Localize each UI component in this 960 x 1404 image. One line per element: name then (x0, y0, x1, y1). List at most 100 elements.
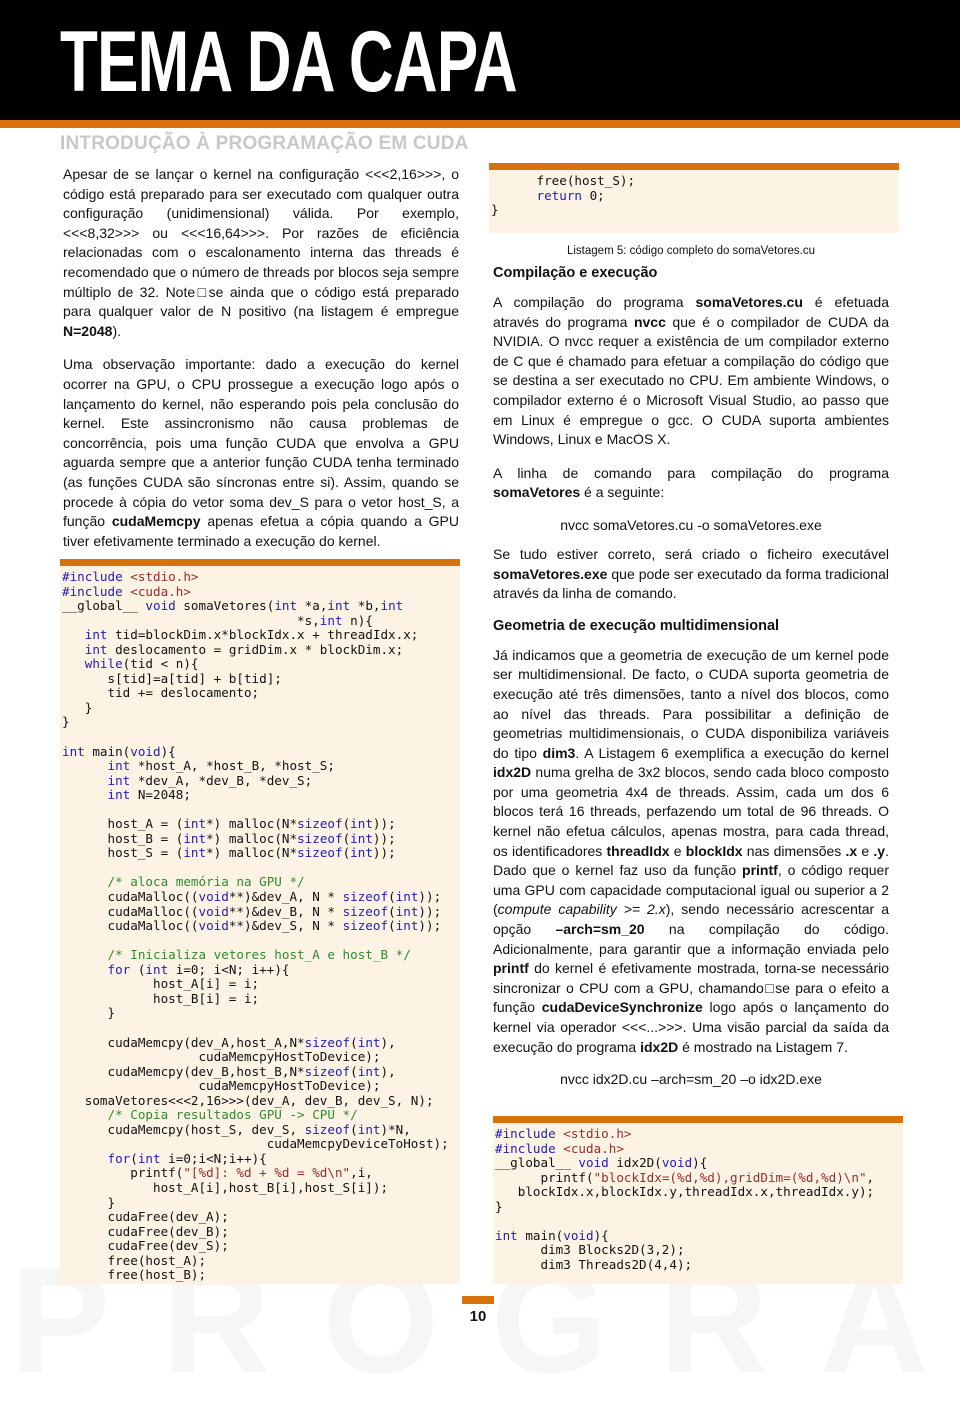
code-line: } (62, 1005, 116, 1021)
code-listing-5: #include <stdio.h> #include <cuda.h> __glo… (60, 559, 460, 1284)
code-line: #include <cuda.h> (62, 583, 191, 599)
code-line: printf("[%d]: %d + %d = %d\n",i, (62, 1165, 373, 1181)
text: ). (112, 322, 121, 339)
text: A compilação do programa (493, 294, 696, 310)
heading-geometria: Geometria de execução multidimensional (493, 617, 780, 634)
page-title: TEMA DA CAPA (60, 14, 518, 110)
bold-text: dim3 (542, 744, 576, 761)
code-line: cudaFree(dev_A); (62, 1209, 229, 1225)
left-column: Apesar de se lançar o kernel na configur… (63, 165, 459, 565)
text: . A Listagem 6 exemplifica a execução do… (575, 744, 889, 761)
code-line: cudaMemcpyDeviceToHost); (62, 1136, 449, 1152)
code-line: for(int i=0;i<N;i++){ (107, 1150, 267, 1166)
code-line: int deslocamento = gridDim.x * blockDim.… (84, 641, 404, 657)
code-line: dim3 Blocks2D(3,2); (495, 1242, 685, 1258)
bold-text: nvcc (633, 313, 666, 330)
bold-text: cudaMemcpy (111, 513, 201, 530)
code-line: free(host_S); (491, 173, 636, 188)
code-line: free(host_B); (62, 1267, 207, 1283)
bold-text: .y (873, 842, 886, 859)
code-line: host_A[i],host_B[i],host_S[i]); (62, 1179, 389, 1195)
paragraph: Se tudo estiver correto, será criado o f… (493, 545, 889, 604)
bold-text: printf (493, 960, 529, 977)
code-line: host_S = (int*) malloc(N*sizeof(int)); (62, 845, 396, 861)
code-line: cudaMalloc((void**)&dev_S, N * sizeof(in… (62, 918, 442, 934)
code-line: int N=2048; (107, 787, 191, 803)
listing-caption: Listagem 5: código completo do somaVetor… (566, 245, 816, 257)
text: nas dimensões (742, 842, 846, 859)
text: Se tudo estiver correto, será criado o f… (493, 545, 889, 562)
code-line: blockIdx.x,blockIdx.y,threadIdx.x,thread… (495, 1184, 875, 1200)
code-line: cudaMalloc((void**)&dev_A, N * sizeof(in… (62, 889, 442, 905)
italic-text: compute capability >= 2.x (497, 901, 666, 918)
code-line: __global__ void idx2D(void){ (495, 1155, 708, 1171)
code-line: } (491, 202, 499, 218)
code-line: #include <stdio.h> (495, 1126, 632, 1141)
bold-text: threadIdx (606, 842, 670, 859)
code-line: cudaMemcpy(dev_A,host_A,N*sizeof(int), (62, 1034, 396, 1050)
bold-text: idx2D (640, 1038, 679, 1055)
bold-text: idx2D (493, 764, 532, 781)
code-line: cudaFree(dev_S); (62, 1238, 229, 1254)
code-listing-6: #include <stdio.h> #include <cuda.h> __glo… (493, 1116, 903, 1284)
paragraph: A compilação do programa somaVetores.cu … (493, 293, 889, 450)
text: Já indicamos que a geometria de execução… (493, 646, 889, 761)
code-line: cudaMemcpy(dev_B,host_B,N*sizeof(int), (62, 1063, 396, 1079)
code-line: __global__ void somaVetores(int *a,int *… (62, 598, 404, 614)
code-line: cudaFree(dev_B); (62, 1223, 229, 1239)
paragraph: Apesar de se lançar o kernel na configur… (63, 165, 459, 341)
bold-text: somaVetores (493, 484, 581, 501)
code-line: } (62, 699, 93, 715)
text: A linha de comando para compilação do pr… (493, 464, 889, 481)
code-line: #include <cuda.h> (495, 1140, 624, 1156)
code-line: printf("blockIdx=(%d,%d),gridDim=(%d,%d)… (495, 1169, 875, 1185)
paragraph: A linha de comando para compilação do pr… (493, 464, 889, 503)
header-banner: TEMA DA CAPA (0, 0, 960, 120)
code-line: int tid=blockDim.x*blockIdx.x + threadId… (84, 627, 419, 643)
bold-text: somaVetores.exe (493, 565, 608, 582)
bold-text: N=2048 (63, 322, 113, 339)
paragraph: Uma observação importante: dado a execuç… (63, 355, 459, 551)
text: Uma observação importante: dado a execuç… (63, 356, 459, 530)
page-number-accent (462, 1296, 494, 1304)
code-listing-5-continuation: free(host_S); return 0;} (489, 163, 899, 233)
code-line: for (int i=0; i<N; i++){ (107, 961, 290, 977)
code-line: return 0; (536, 187, 605, 203)
code-line: *s,int n){ (62, 612, 373, 628)
bold-text: cudaDeviceSynchronize (541, 999, 703, 1016)
heading-compilacao: Compilação e execução (493, 265, 658, 281)
code-line: host_B = (int*) malloc(N*sizeof(int)); (62, 830, 396, 846)
code-line: free(host_A); (62, 1252, 207, 1268)
bold-text: somaVetores.cu (695, 294, 803, 310)
code-line: host_B[i] = i; (62, 990, 260, 1006)
code-line: int main(void){ (62, 743, 176, 759)
page-number: 10 (469, 1308, 487, 1325)
code-line: /* Copia resultados GPU -> CPU */ (107, 1107, 358, 1123)
code-line: /* aloca memória na GPU */ (107, 874, 305, 890)
code-line: /* Inicializa vetores host_A e host_B */ (107, 947, 411, 963)
right-column: free(host_S); return 0;} Listagem 5: cód… (489, 163, 899, 1099)
code-line: host_A = (int*) malloc(N*sizeof(int)); (62, 816, 396, 832)
code-line: somaVetores<<<2,16>>>(dev_A, dev_B, dev_… (62, 1092, 434, 1108)
code-line: int main(void){ (495, 1227, 609, 1243)
code-line: } (495, 1198, 503, 1214)
text: que é o compilador de CUDA da NVIDIA. O … (493, 313, 889, 448)
text: Apesar de se lançar o kernel na configur… (63, 166, 459, 320)
section-title: INTRODUÇÃO À PROGRAMAÇÃO EM CUDA (60, 133, 469, 154)
code-line: cudaMemcpy(host_S, dev_S, sizeof(int)*N, (62, 1121, 411, 1137)
code-line: #include <stdio.h> (62, 569, 199, 584)
code-line: } (62, 714, 70, 730)
text: é a seguinte: (580, 484, 665, 501)
code-line: int *dev_A, *dev_B, *dev_S; (107, 772, 313, 788)
bold-text: blockIdx (685, 842, 743, 859)
code-line: cudaMemcpyHostToDevice); (62, 1078, 381, 1094)
text: e (857, 842, 874, 859)
text: é mostrado na Listagem 7. (678, 1038, 848, 1055)
code-line: cudaMemcpyHostToDevice); (62, 1049, 381, 1065)
